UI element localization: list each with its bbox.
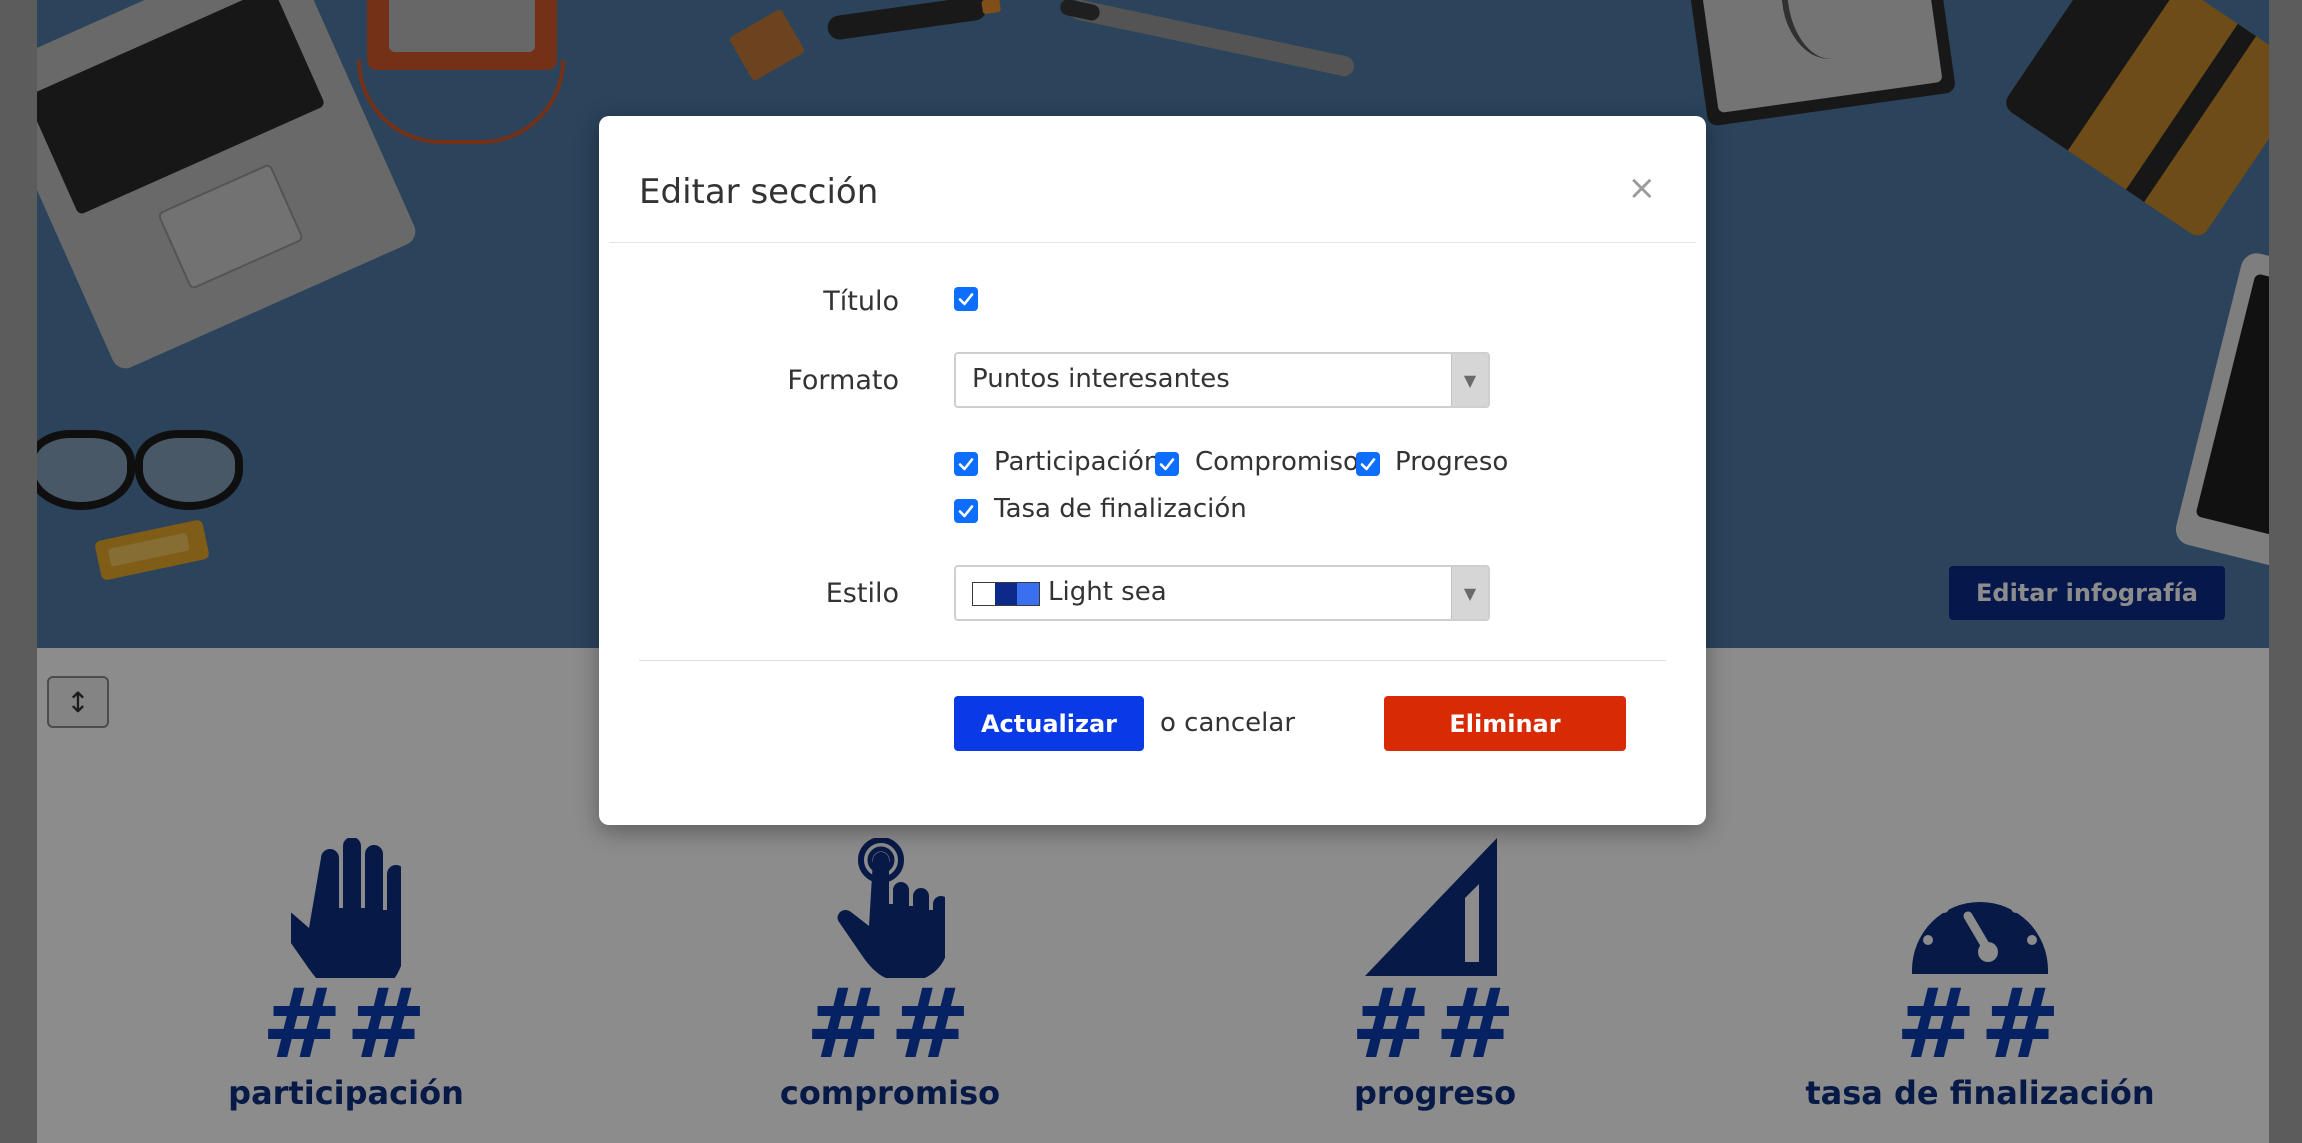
format-select-value: Puntos interesantes xyxy=(972,364,1230,394)
close-icon[interactable]: × xyxy=(1628,168,1657,208)
style-select[interactable]: Light sea ▼ xyxy=(954,565,1490,621)
style-select-value: Light sea xyxy=(1048,577,1167,607)
dialog-header: Editar sección × xyxy=(609,116,1696,243)
cancel-link[interactable]: o cancelar xyxy=(1160,708,1295,738)
style-label: Estilo xyxy=(825,578,899,609)
color-palette-swatch xyxy=(972,582,1040,606)
dialog-title: Editar sección xyxy=(639,172,879,212)
chevron-down-icon: ▼ xyxy=(1451,567,1488,619)
engagement-checkbox[interactable] xyxy=(1155,452,1179,476)
chevron-down-icon: ▼ xyxy=(1451,354,1488,406)
engagement-option-label: Compromiso xyxy=(1195,447,1359,477)
participation-option-label: Participación xyxy=(994,447,1161,477)
edit-section-dialog: Editar sección × Título Formato Puntos i… xyxy=(599,116,1706,825)
completion-rate-checkbox[interactable] xyxy=(954,499,978,523)
progress-option-label: Progreso xyxy=(1395,447,1509,477)
delete-button[interactable]: Eliminar xyxy=(1384,696,1626,751)
title-checkbox[interactable] xyxy=(954,287,978,311)
format-label: Formato xyxy=(787,365,899,396)
update-button[interactable]: Actualizar xyxy=(954,696,1144,751)
progress-checkbox[interactable] xyxy=(1356,452,1380,476)
dialog-divider xyxy=(639,660,1666,661)
format-select[interactable]: Puntos interesantes ▼ xyxy=(954,352,1490,408)
participation-checkbox[interactable] xyxy=(954,452,978,476)
title-field-label: Título xyxy=(823,286,899,317)
completion-rate-option-label: Tasa de finalización xyxy=(994,494,1247,524)
